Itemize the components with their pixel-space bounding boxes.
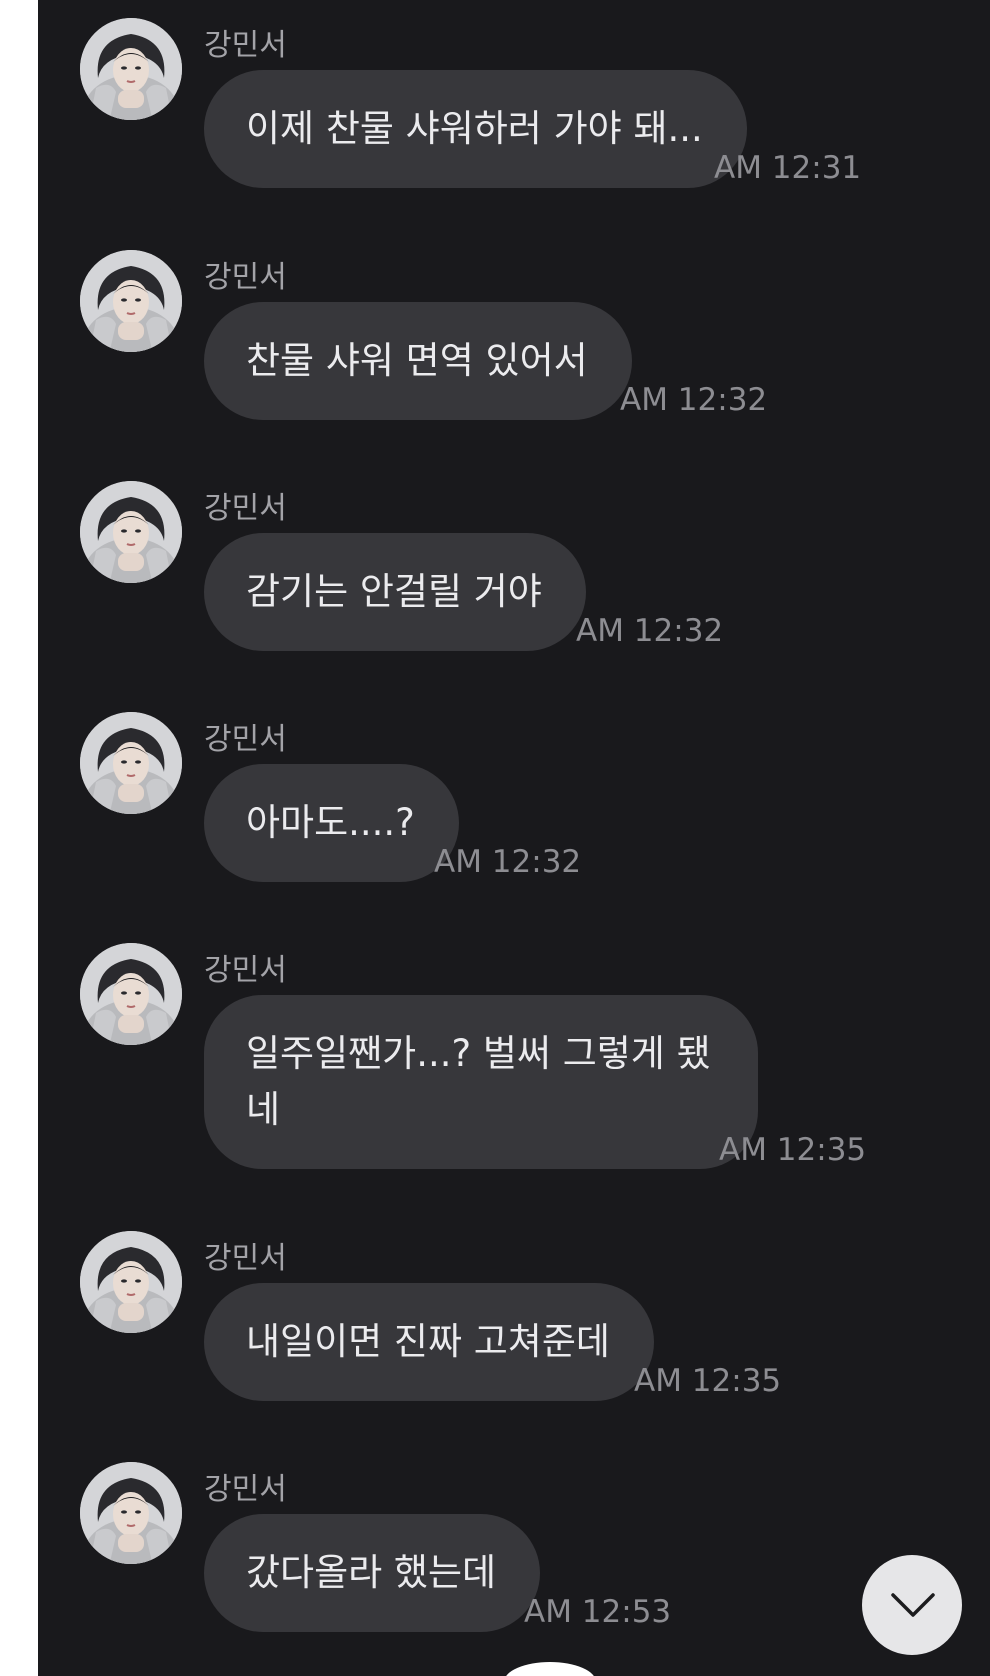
message-time: AM 12:32 — [434, 844, 582, 880]
message-time: AM 12:31 — [714, 150, 862, 186]
message-bubble[interactable]: 내일이면 진짜 고쳐준데 — [204, 1283, 654, 1401]
avatar-photo-icon — [80, 943, 182, 1045]
message-time: AM 12:32 — [620, 382, 768, 418]
screen: 강민서 이제 찬물 샤워하러 가야 돼... AM 12:31 강민서 찬물 샤… — [0, 0, 990, 1676]
avatar-photo-icon — [80, 1462, 182, 1564]
message-bubble[interactable]: 찬물 샤워 면역 있어서 — [204, 302, 632, 420]
sender-name: 강민서 — [204, 260, 287, 295]
avatar[interactable] — [80, 943, 182, 1045]
avatar-photo-icon — [80, 712, 182, 814]
chat-area[interactable]: 강민서 이제 찬물 샤워하러 가야 돼... AM 12:31 강민서 찬물 샤… — [38, 0, 990, 1676]
avatar-photo-icon — [80, 481, 182, 583]
message-bubble[interactable]: 일주일짼가...? 벌써 그렇게 됐네 — [204, 995, 758, 1169]
avatar[interactable] — [80, 481, 182, 583]
avatar-photo-icon — [80, 1231, 182, 1333]
message-bubble[interactable]: 갔다올라 했는데 — [204, 1514, 541, 1632]
sender-name: 강민서 — [204, 1472, 287, 1507]
sender-name: 강민서 — [204, 1241, 287, 1276]
sender-name: 강민서 — [204, 722, 287, 757]
avatar[interactable] — [80, 1231, 182, 1333]
avatar-photo-icon — [80, 18, 182, 120]
avatar[interactable] — [80, 18, 182, 120]
sender-name: 강민서 — [204, 28, 287, 63]
sender-name: 강민서 — [204, 491, 287, 526]
message-time: AM 12:53 — [524, 1594, 672, 1630]
avatar-photo-icon — [80, 250, 182, 352]
sender-name: 강민서 — [204, 953, 287, 988]
message-bubble[interactable]: 이제 찬물 샤워하러 가야 돼... — [204, 70, 747, 188]
scroll-to-bottom-button[interactable] — [862, 1555, 962, 1655]
message-bubble[interactable]: 아마도....? — [204, 764, 459, 882]
left-margin — [0, 0, 38, 1676]
chevron-down-icon — [891, 1593, 935, 1617]
message-bubble[interactable]: 감기는 안걸릴 거야 — [204, 533, 586, 651]
bottom-button-edge[interactable] — [504, 1662, 596, 1676]
avatar[interactable] — [80, 712, 182, 814]
message-time: AM 12:35 — [634, 1363, 782, 1399]
avatar[interactable] — [80, 1462, 182, 1564]
message-time: AM 12:35 — [719, 1132, 867, 1168]
message-time: AM 12:32 — [576, 613, 724, 649]
avatar[interactable] — [80, 250, 182, 352]
